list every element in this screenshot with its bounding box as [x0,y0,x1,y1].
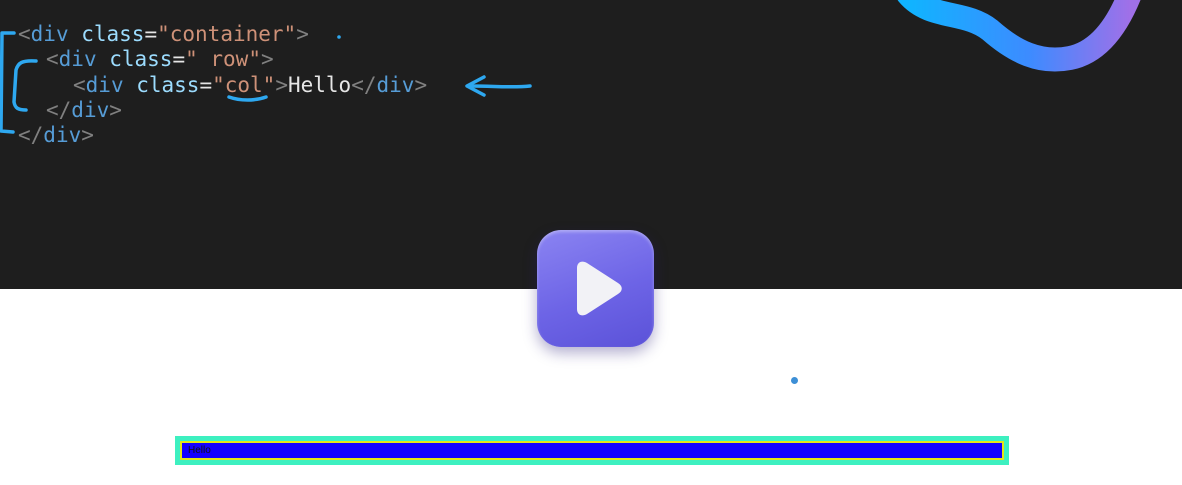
code-token: = [172,47,186,71]
arrow-head-annotation [465,75,486,97]
code-token: = [199,73,213,97]
code-token: class [123,73,200,97]
play-icon [577,261,622,316]
code-token: "container" [157,22,297,46]
code-token: > [414,73,428,97]
code-token: </ [46,98,72,122]
code-token: > [260,47,274,71]
cursor-dot [791,377,798,384]
preview-col-box: Hello [180,441,1004,460]
code-token: div [71,98,110,122]
code-token: > [81,123,94,147]
code-token: class [68,22,145,46]
code-token: div [376,73,415,97]
code-token: class [96,47,173,71]
code-token: > [109,98,122,122]
decorative-swirl [897,0,1141,72]
code-token: < [73,73,86,97]
code-line-1: <div class="container"> [18,21,309,47]
code-token: </ [351,73,377,97]
code-token: div [30,22,69,46]
code-token: " row" [185,47,261,71]
inner-bracket-annotation [12,59,38,112]
code-token: div [58,47,97,71]
code-line-3: <div class="col">Hello</div> [73,72,427,98]
dot-annotation [337,35,341,39]
code-line-2: <div class=" row"> [46,46,274,72]
code-token: div [43,123,82,147]
code-line-5: </div> [18,122,94,148]
code-token: < [18,22,31,46]
rendered-col-preview: Hello [175,436,1009,465]
code-token: < [46,47,59,71]
code-token: Hello [287,73,352,97]
code-token: </ [18,123,44,147]
code-token: > [275,73,288,97]
code-token: > [296,22,309,46]
preview-text: Hello [188,445,211,456]
code-line-4: </div> [46,97,122,123]
arrow-shaft-annotation [468,84,532,89]
code-token: = [144,22,158,46]
play-button[interactable] [537,230,654,347]
code-token: div [85,73,124,97]
outer-bracket-annotation [0,31,16,134]
code-token: "col" [212,73,276,97]
